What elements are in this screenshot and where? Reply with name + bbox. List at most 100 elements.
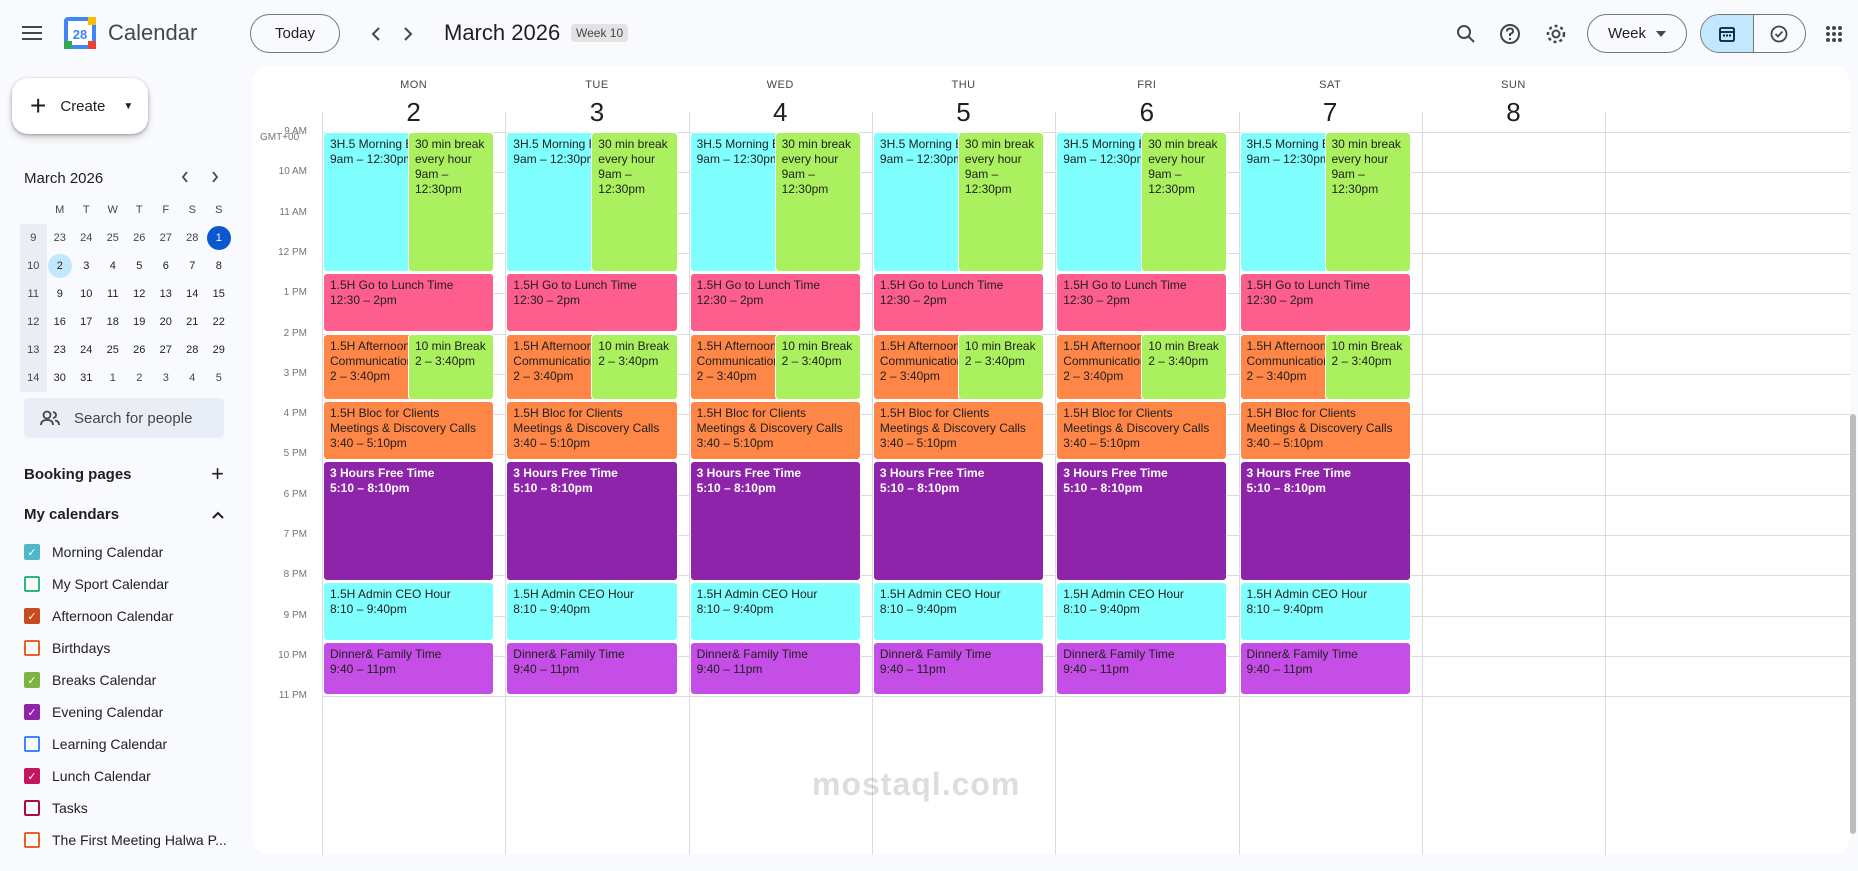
help-button[interactable] [1490, 14, 1530, 54]
mini-calendar-prev-button[interactable] [170, 162, 200, 192]
week-view-scrollbar[interactable] [1850, 414, 1856, 834]
calendar-event[interactable]: Dinner& Family Time 9:40 – 11pm [1239, 642, 1411, 696]
calendar-list-item[interactable]: Tasks [20, 792, 230, 824]
calendar-event[interactable]: 3 Hours Free Time 5:10 – 8:10pm [1056, 461, 1228, 582]
mini-day-cell[interactable]: 4 [179, 364, 206, 392]
mini-day-cell[interactable]: 21 [179, 308, 206, 336]
tasks-mode-button[interactable] [1754, 15, 1806, 52]
calendar-list-item[interactable]: ✓ Lunch Calendar [20, 760, 230, 792]
calendar-event[interactable]: 1.5H Bloc for Clients Meetings & Discove… [323, 400, 495, 461]
mini-week-number[interactable]: 12 [20, 308, 47, 336]
mini-day-cell[interactable]: 24 [73, 224, 100, 252]
calendar-event[interactable]: 10 min Break 2 – 3:40pm [1141, 333, 1228, 400]
checked-checkbox-icon[interactable]: ✓ [24, 544, 40, 560]
calendar-list-item[interactable]: ✓ Afternoon Calendar [20, 600, 230, 632]
mini-day-cell[interactable]: 23 [47, 336, 74, 364]
mini-day-cell[interactable]: 20 [153, 308, 180, 336]
mini-day-cell[interactable]: 9 [47, 280, 74, 308]
mini-day-cell[interactable]: 3 [73, 252, 100, 280]
mini-day-cell[interactable]: 24 [73, 336, 100, 364]
mini-day-cell[interactable]: 26 [126, 224, 153, 252]
calendar-event[interactable]: 1.5H Admin CEO Hour 8:10 – 9:40pm [1239, 582, 1411, 642]
checked-checkbox-icon[interactable]: ✓ [24, 768, 40, 784]
mini-day-cell[interactable]: 18 [100, 308, 127, 336]
mini-day-cell[interactable]: 10 [73, 280, 100, 308]
view-selector-dropdown[interactable]: Week [1587, 14, 1687, 53]
calendar-event[interactable]: 1.5H Admin CEO Hour 8:10 – 9:40pm [872, 582, 1045, 642]
mini-calendar-next-button[interactable] [200, 162, 230, 192]
mini-day-cell[interactable]: 19 [126, 308, 153, 336]
mini-day-cell[interactable]: 31 [73, 364, 100, 392]
day-number[interactable]: 7 [1239, 97, 1422, 128]
calendar-event[interactable]: 3 Hours Free Time 5:10 – 8:10pm [872, 461, 1045, 582]
mini-day-cell[interactable]: 27 [153, 336, 180, 364]
checked-checkbox-icon[interactable]: ✓ [24, 608, 40, 624]
mini-day-cell[interactable]: 2 [126, 364, 153, 392]
day-number[interactable]: 6 [1055, 97, 1238, 128]
calendar-event[interactable]: 3 Hours Free Time 5:10 – 8:10pm [689, 461, 861, 582]
today-button[interactable]: Today [250, 14, 340, 53]
calendar-event[interactable]: 30 min break every hour 9am – 12:30pm [774, 132, 861, 273]
calendar-event[interactable]: 10 min Break 2 – 3:40pm [408, 333, 495, 400]
calendar-event[interactable]: 3 Hours Free Time 5:10 – 8:10pm [323, 461, 495, 582]
calendar-event[interactable]: 1.5H Bloc for Clients Meetings & Discove… [506, 400, 678, 461]
calendar-event[interactable]: 30 min break every hour 9am – 12:30pm [1324, 132, 1411, 273]
unchecked-checkbox-icon[interactable] [24, 800, 40, 816]
calendar-event[interactable]: 30 min break every hour 9am – 12:30pm [1141, 132, 1228, 273]
unchecked-checkbox-icon[interactable] [24, 736, 40, 752]
calendar-event[interactable]: 1.5H Go to Lunch Time 12:30 – 2pm [1056, 273, 1228, 333]
calendar-event[interactable]: 1.5H Admin CEO Hour 8:10 – 9:40pm [689, 582, 861, 642]
calendar-event[interactable]: Dinner& Family Time 9:40 – 11pm [1056, 642, 1228, 696]
mini-day-cell[interactable]: 30 [47, 364, 74, 392]
calendar-event[interactable]: 3 Hours Free Time 5:10 – 8:10pm [1239, 461, 1411, 582]
create-button[interactable]: + Create ▼ [12, 78, 148, 134]
search-button[interactable] [1446, 14, 1486, 54]
unchecked-checkbox-icon[interactable] [24, 640, 40, 656]
mini-day-cell[interactable]: 5 [206, 364, 233, 392]
calendar-event[interactable]: 1.5H Admin CEO Hour 8:10 – 9:40pm [506, 582, 678, 642]
checked-checkbox-icon[interactable]: ✓ [24, 704, 40, 720]
settings-button[interactable] [1536, 14, 1576, 54]
mini-week-number[interactable]: 13 [20, 336, 47, 364]
mini-day-cell[interactable]: 14 [179, 280, 206, 308]
day-number[interactable]: 3 [505, 97, 688, 128]
unchecked-checkbox-icon[interactable] [24, 832, 40, 848]
mini-day-cell[interactable]: 16 [47, 308, 74, 336]
mini-day-cell[interactable]: 2 [47, 252, 74, 280]
calendar-event[interactable]: Dinner& Family Time 9:40 – 11pm [689, 642, 861, 696]
mini-day-cell[interactable]: 11 [100, 280, 127, 308]
mini-day-cell[interactable]: 28 [179, 336, 206, 364]
mini-week-number[interactable]: 11 [20, 280, 47, 308]
unchecked-checkbox-icon[interactable] [24, 576, 40, 592]
add-booking-page-icon[interactable]: + [211, 461, 224, 487]
day-number[interactable]: 5 [872, 97, 1055, 128]
mini-day-cell[interactable]: 23 [47, 224, 74, 252]
calendar-event[interactable]: 30 min break every hour 9am – 12:30pm [591, 132, 678, 273]
mini-week-number[interactable]: 10 [20, 252, 47, 280]
calendar-list-item[interactable]: The First Meeting Halwa P... [20, 824, 230, 856]
mini-day-cell[interactable]: 29 [206, 336, 233, 364]
main-menu-button[interactable] [12, 13, 52, 53]
google-apps-button[interactable] [1814, 14, 1854, 54]
calendar-event[interactable]: 3 Hours Free Time 5:10 – 8:10pm [506, 461, 678, 582]
search-people-field[interactable]: Search for people [24, 398, 224, 438]
calendar-event[interactable]: 1.5H Admin CEO Hour 8:10 – 9:40pm [1056, 582, 1228, 642]
calendar-event[interactable]: 10 min Break 2 – 3:40pm [591, 333, 678, 400]
calendar-event[interactable]: 1.5H Go to Lunch Time 12:30 – 2pm [1239, 273, 1411, 333]
mini-day-cell[interactable]: 6 [153, 252, 180, 280]
calendar-list-item[interactable]: Birthdays [20, 632, 230, 664]
calendar-event[interactable]: 10 min Break 2 – 3:40pm [774, 333, 861, 400]
mini-day-cell[interactable]: 8 [206, 252, 233, 280]
calendar-event[interactable]: 30 min break every hour 9am – 12:30pm [408, 132, 495, 273]
calendar-list-item[interactable]: ✓ Evening Calendar [20, 696, 230, 728]
day-number[interactable]: 8 [1422, 97, 1605, 128]
calendar-list-item[interactable]: Learning Calendar [20, 728, 230, 760]
calendar-event[interactable]: 10 min Break 2 – 3:40pm [957, 333, 1045, 400]
mini-day-cell[interactable]: 4 [100, 252, 127, 280]
calendar-list-item[interactable]: My Sport Calendar [20, 568, 230, 600]
mini-week-number[interactable]: 9 [20, 224, 47, 252]
calendar-event[interactable]: Dinner& Family Time 9:40 – 11pm [323, 642, 495, 696]
mini-day-cell[interactable]: 7 [179, 252, 206, 280]
mini-day-cell[interactable]: 12 [126, 280, 153, 308]
my-calendars-section[interactable]: My calendars [24, 506, 224, 523]
